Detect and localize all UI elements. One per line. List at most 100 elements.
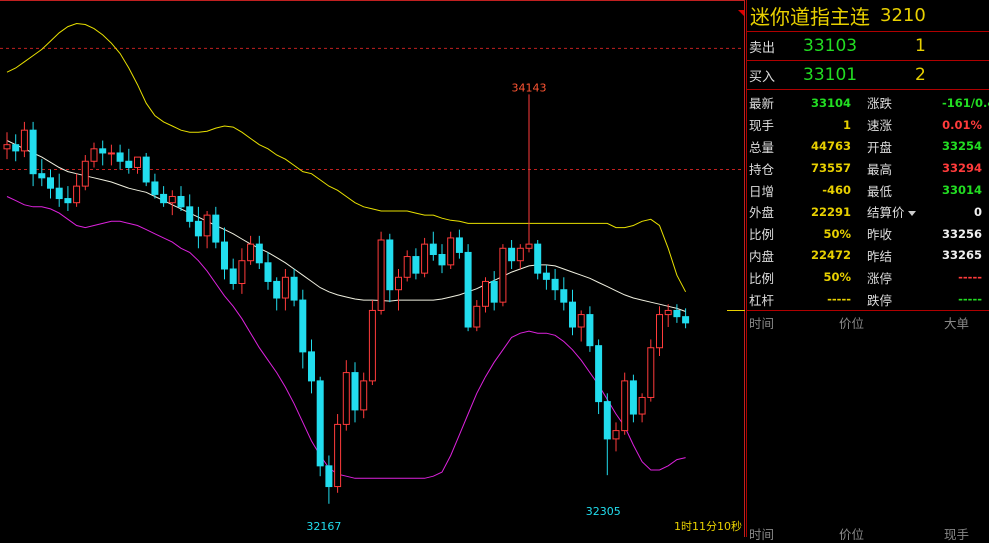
bid-row[interactable]: 买入 33101 2 [747,61,989,90]
candle-body [99,148,107,154]
candle-body [542,272,550,280]
stat-value: ----- [958,292,982,307]
stat-value: 22291 [810,204,851,219]
candle-body [438,253,446,266]
stat-value: 33104 [810,95,851,110]
candle-body [81,160,89,187]
candle-body [325,465,333,488]
instrument-code: 3210 [880,5,926,26]
tick-time-header-2: 时间 [749,527,775,542]
candle-body [534,243,542,274]
stat-value: 33294 [942,161,983,176]
stat-value: -161/0.48% [942,95,989,110]
stat-label: 开盘 [867,139,893,155]
low-price-label: 32167 [306,520,341,533]
stat-value: 33265 [942,248,983,263]
stat-value: 44763 [810,139,851,154]
candle-body [499,247,507,303]
candle-body [473,305,481,328]
candle-body [160,193,168,204]
lower-band-line [6,196,686,479]
mid-band-line [6,140,686,312]
ask-label: 卖出 [749,40,776,56]
dropdown-arrow-icon[interactable] [907,211,916,217]
stat-label: 最新 [749,96,775,112]
stat-label: 昨收 [867,227,893,243]
candle-body [447,237,455,266]
stat-label: 结算价 [867,205,905,221]
candle-body [682,316,690,324]
candle-body [412,256,420,274]
candle-body [490,280,498,303]
stat-label: 内盘 [749,248,775,264]
candle-body [577,314,585,328]
ask-volume: 1 [915,36,926,56]
stat-label: 最高 [867,161,893,177]
candle-body [90,148,98,162]
candle-body [134,156,141,168]
candle-body [560,289,568,303]
candle-body [247,243,255,262]
candle-body [38,173,46,179]
stat-label: 比例 [749,270,775,286]
candle-body [116,152,124,162]
stat-value: 50% [823,226,851,241]
candle-body [299,299,307,353]
candle-body [290,276,298,301]
stat-label: 速涨 [867,118,893,134]
candle-body [603,401,611,440]
candle-body [221,241,228,270]
stat-label: 外盘 [749,205,775,221]
candlestick-chart[interactable]: 34143 32167 32305 1时11分10秒 [0,0,745,537]
ask-price: 33103 [803,36,858,56]
stat-value: 0 [973,204,982,219]
ask-row[interactable]: 卖出 33103 1 [747,32,989,61]
candle-body [281,276,289,299]
stat-row: 比例 50% 昨收 33256 [747,223,989,245]
high-price-label: 34143 [512,81,547,94]
quote-panel: 迷你道指主连 3210 卖出 33103 1 买入 33101 2 最新 3310… [746,0,989,542]
candle-body [342,372,350,425]
instrument-name: 迷你道指主连 [750,5,870,29]
candle-body [64,198,72,204]
chart-canvas[interactable]: 34143 32167 32305 1时11分10秒 [0,0,745,537]
corner-marker-icon [738,10,744,16]
candle-body [142,156,150,183]
candle-body [55,187,63,200]
candle-body [177,195,185,208]
stat-row: 杠杆 ----- 跌停 ----- [747,288,989,310]
stat-value: 50% [823,270,851,285]
upper-band-line [6,22,687,293]
candle-body [151,181,159,195]
candle-body [421,243,429,274]
stat-value: ----- [827,292,851,307]
candle-body [525,243,533,249]
stat-value: ----- [958,270,982,285]
tick-time-header: 时间 [749,315,775,331]
candle-body [455,237,463,253]
stat-value: 33256 [942,226,983,241]
candle-body [482,280,489,307]
bid-volume: 2 [915,65,926,85]
candle-body [612,430,620,440]
candle-body [595,345,603,403]
candle-body [647,347,655,398]
quote-stats: 最新 33104 涨跌 -161/0.48% 现手 1 速涨 0.01% 总量 44763 开盘 33… [747,90,989,311]
stat-row: 持仓 73557 最高 33294 [747,157,989,179]
candle-body [212,214,220,243]
candle-body [238,260,246,285]
candle-body [586,314,594,347]
candle-body [551,278,559,291]
candle-body [569,301,576,328]
candle-body [368,309,376,382]
settle-label-wrap[interactable]: 结算价 [867,202,942,221]
stat-row: 内盘 22472 昨结 33265 [747,245,989,267]
tick-list-header: 时间 价位 大单 [747,311,989,332]
candle-body [464,251,472,328]
candle-body [386,239,394,291]
bid-label: 买入 [749,69,776,85]
candle-body [264,262,272,282]
candle-body [516,247,524,262]
stat-label: 总量 [749,139,775,155]
instrument-title-row: 迷你道指主连 3210 [747,0,989,32]
